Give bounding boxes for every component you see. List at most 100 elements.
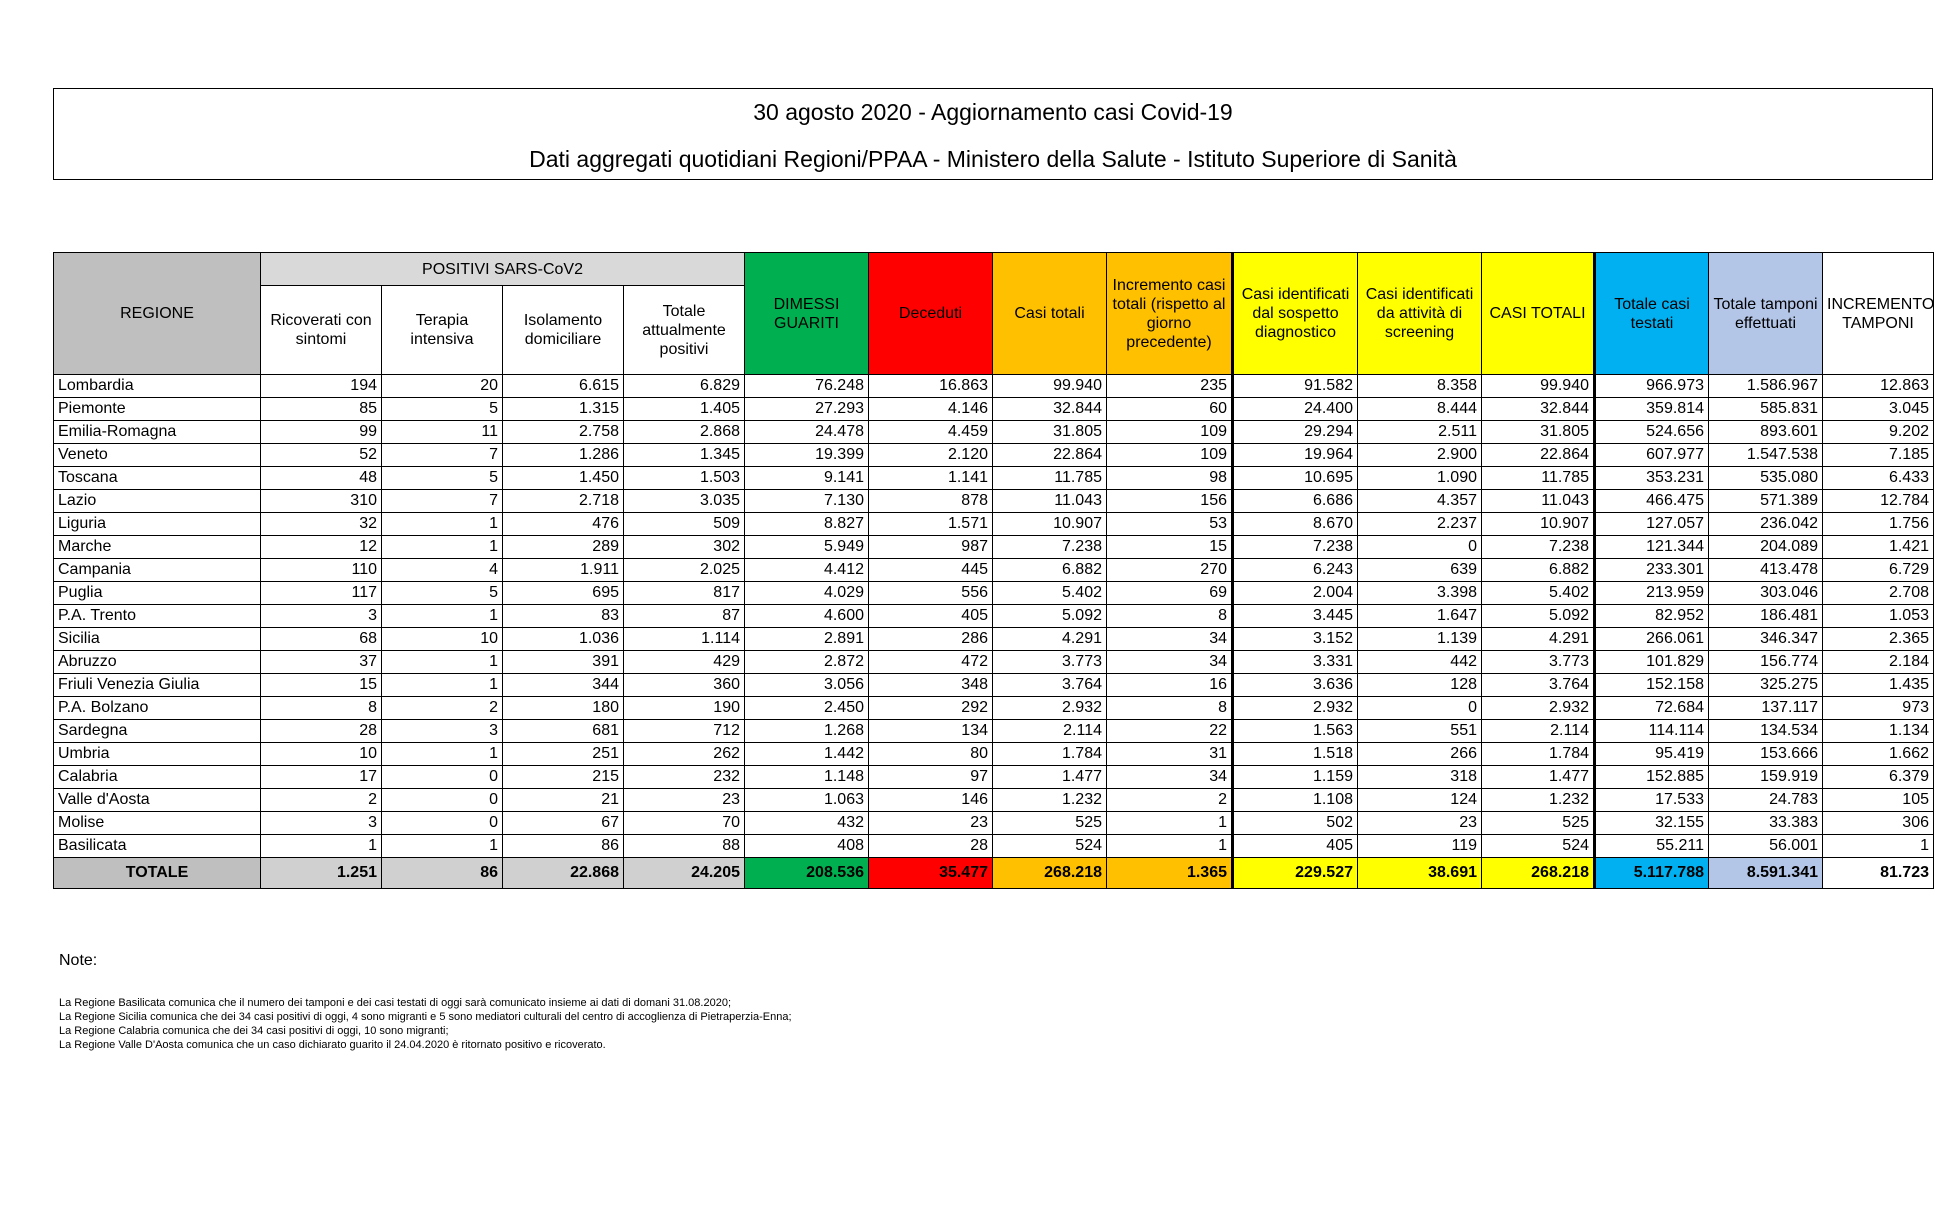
cell-value: 0	[381, 765, 503, 789]
cell-value: 1	[1106, 834, 1234, 858]
cell-value: 68	[260, 627, 382, 651]
total-value: 22.868	[502, 857, 624, 889]
cell-value: 7.238	[1481, 535, 1596, 559]
cell-value: 31.805	[992, 420, 1107, 444]
note-line: La Regione Sicilia comunica che dei 34 c…	[59, 1011, 792, 1023]
table-row: Molise 3 0 67 70 432 23 525 1 502 23 525 32.155 33.38…	[53, 811, 1934, 835]
cell-value: 8.670	[1232, 512, 1358, 536]
col-header-totale-testati: Totale casi testati	[1594, 252, 1709, 375]
cell-value: 137.117	[1708, 696, 1823, 720]
table-row: Friuli Venezia Giulia 15 1 344 360 3.056 348 3.…	[53, 673, 1934, 697]
cell-value: 2.184	[1822, 650, 1934, 674]
cell-value: 1.503	[623, 466, 745, 490]
cell-value: 215	[502, 765, 624, 789]
cell-value: 5.402	[992, 581, 1107, 605]
regione-header: REGIONE	[53, 252, 261, 375]
cell-value: 233.301	[1594, 558, 1709, 582]
cell-value: 95.419	[1594, 742, 1709, 766]
cell-value: 105	[1822, 788, 1934, 812]
cell-value: 2.932	[992, 696, 1107, 720]
total-value: 24.205	[623, 857, 745, 889]
cell-value: 556	[868, 581, 993, 605]
cell-value: 524.656	[1594, 420, 1709, 444]
region-name: Marche	[53, 535, 261, 559]
col-header-casi-screening: Casi identificati da attività di screeni…	[1357, 252, 1482, 375]
cell-value: 29.294	[1232, 420, 1358, 444]
cell-value: 2.365	[1822, 627, 1934, 651]
cell-value: 152.158	[1594, 673, 1709, 697]
total-value: 268.218	[992, 857, 1107, 889]
cell-value: 571.389	[1708, 489, 1823, 513]
cell-value: 3.035	[623, 489, 745, 513]
cell-value: 476	[502, 512, 624, 536]
cell-value: 32.844	[992, 397, 1107, 421]
total-value: 268.218	[1481, 857, 1596, 889]
cell-value: 8	[1106, 604, 1234, 628]
note-line: La Regione Calabria comunica che dei 34 …	[59, 1025, 449, 1037]
cell-value: 966.973	[1594, 374, 1709, 398]
total-value: 1.365	[1106, 857, 1234, 889]
cell-value: 1	[381, 535, 503, 559]
cell-value: 6.729	[1822, 558, 1934, 582]
col-header-casi-totali-2: CASI TOTALI	[1481, 252, 1596, 375]
col-header-casi-sospetto: Casi identificati dal sospetto diagnosti…	[1232, 252, 1358, 375]
cell-value: 1.148	[744, 765, 869, 789]
cell-value: 8	[1106, 696, 1234, 720]
table-row: Abruzzo 37 1 391 429 2.872 472 3.773 34 3.331 442 3…	[53, 650, 1934, 674]
cell-value: 9.202	[1822, 420, 1934, 444]
table-row: Puglia 117 5 695 817 4.029 556 5.402 69 2.004 3.39…	[53, 581, 1934, 605]
table-row: Sardegna 28 3 681 712 1.268 134 2.114 22 1.563 551…	[53, 719, 1934, 743]
cell-value: 2.872	[744, 650, 869, 674]
cell-value: 348	[868, 673, 993, 697]
region-name: Abruzzo	[53, 650, 261, 674]
cell-value: 4.357	[1357, 489, 1482, 513]
page-title: 30 agosto 2020 - Aggiornamento casi Covi…	[753, 99, 1233, 125]
cell-value: 302	[623, 535, 745, 559]
cell-value: 109	[1106, 420, 1234, 444]
cell-value: 23	[868, 811, 993, 835]
cell-value: 6.882	[992, 558, 1107, 582]
cell-value: 16.863	[868, 374, 993, 398]
cell-value: 114.114	[1594, 719, 1709, 743]
cell-value: 53	[1106, 512, 1234, 536]
cell-value: 69	[1106, 581, 1234, 605]
cell-value: 2.004	[1232, 581, 1358, 605]
cell-value: 4.029	[744, 581, 869, 605]
cell-value: 6.433	[1822, 466, 1934, 490]
cell-value: 32.844	[1481, 397, 1596, 421]
cell-value: 2	[1106, 788, 1234, 812]
cell-value: 17.533	[1594, 788, 1709, 812]
table-row: Calabria 17 0 215 232 1.148 97 1.477 34 1.159 318 1…	[53, 765, 1934, 789]
total-value: 38.691	[1357, 857, 1482, 889]
cell-value: 1	[1822, 834, 1934, 858]
cell-value: 6.615	[502, 374, 624, 398]
table-row: Marche 12 1 289 302 5.949 987 7.238 15 7.238 0 7.23…	[53, 535, 1934, 559]
cell-value: 429	[623, 650, 745, 674]
cell-value: 3.331	[1232, 650, 1358, 674]
col-header-deceduti: Deceduti	[868, 252, 993, 375]
cell-value: 52	[260, 443, 382, 467]
cell-value: 3	[260, 604, 382, 628]
col-header-dimessi-guariti: DIMESSI GUARITI	[744, 252, 869, 375]
region-name: Lazio	[53, 489, 261, 513]
positivi-group-header: POSITIVI SARS-CoV2	[260, 252, 745, 286]
cell-value: 1.268	[744, 719, 869, 743]
col-header-isolamento: Isolamento domiciliare	[502, 285, 624, 375]
cell-value: 391	[502, 650, 624, 674]
cell-value: 353.231	[1594, 466, 1709, 490]
cell-value: 232	[623, 765, 745, 789]
cell-value: 1.090	[1357, 466, 1482, 490]
cell-value: 3.636	[1232, 673, 1358, 697]
cell-value: 893.601	[1708, 420, 1823, 444]
cell-value: 12.863	[1822, 374, 1934, 398]
page-subtitle: Dati aggregati quotidiani Regioni/PPAA -…	[529, 146, 1457, 172]
region-name: Friuli Venezia Giulia	[53, 673, 261, 697]
cell-value: 2.120	[868, 443, 993, 467]
cell-value: 19.964	[1232, 443, 1358, 467]
region-name: Veneto	[53, 443, 261, 467]
cell-value: 117	[260, 581, 382, 605]
cell-value: 987	[868, 535, 993, 559]
cell-value: 5	[381, 397, 503, 421]
cell-value: 4.146	[868, 397, 993, 421]
cell-value: 56.001	[1708, 834, 1823, 858]
